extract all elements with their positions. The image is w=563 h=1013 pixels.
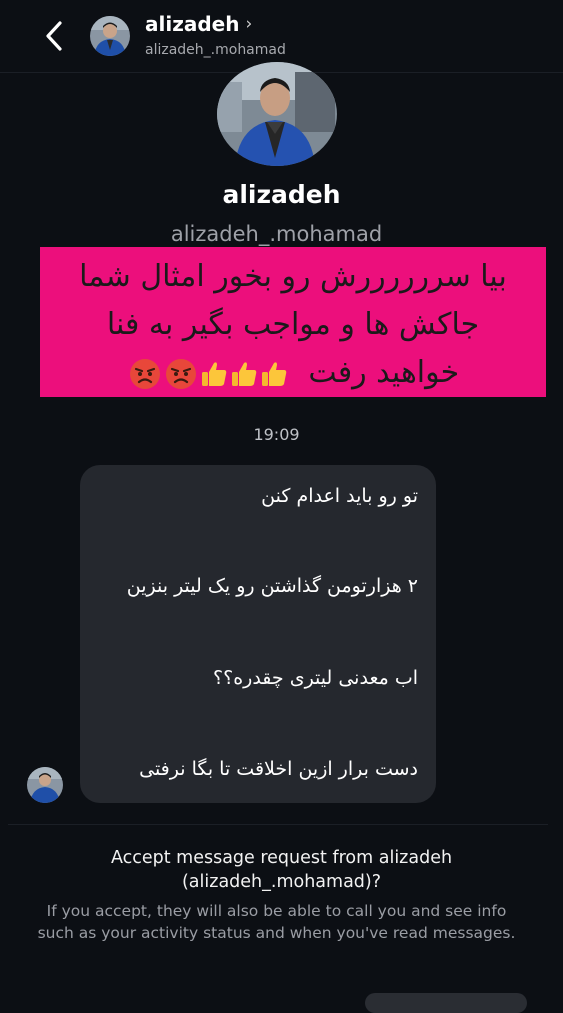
pinned-message-overlay: بیا سررررررش رو بخور امثال شما جاکش ها و… [40,247,546,397]
angry-face-icon [129,358,160,389]
message-text: تو رو باید اعدام کنن [261,485,418,507]
angry-face-icon [165,358,196,389]
message-request-title: Accept message request from alizadeh (al… [0,846,563,894]
sender-avatar[interactable] [27,767,63,803]
request-action-button[interactable] [365,993,527,1013]
thumbs-up-icon [261,361,287,386]
request-title-line2: (alizadeh_.mohamad)? [181,872,382,892]
profile-avatar[interactable] [217,62,337,166]
header-handle: alizadeh_.mohamad [145,42,286,58]
header-username[interactable]: alizadeh › [145,12,252,36]
request-divider [8,824,548,825]
emoji-group [127,349,289,397]
message-request-description: If you accept, they will also be able to… [37,902,516,942]
pinned-line-2: جاکش ها و مواجب بگیر به فنا [106,307,480,342]
pinned-line-3: خواهید رفت [308,355,460,390]
chevron-right-icon: › [245,14,253,34]
profile-name: alizadeh [222,180,341,209]
back-chevron-icon[interactable] [38,18,70,54]
message-text: اب معدنی لیتری چقدره؟؟ [213,667,418,689]
header-name-label: alizadeh [145,12,240,36]
profile-handle: alizadeh_.mohamad [170,222,383,246]
message-text: دست برار ازین اخلاقت تا بگا نرفتی [139,758,418,780]
message-text: ۲ هزارتومن گذاشتن رو یک لیتر بنزین [126,575,418,597]
request-title-line1: Accept message request from alizadeh [110,848,453,868]
incoming-message-bubble[interactable]: تو رو باید اعدام کنن ۲ هزارتومن گذاشتن ر… [80,465,436,803]
thumbs-up-icon [231,361,257,386]
header-avatar[interactable] [90,16,130,56]
pinned-line-3-row: خواهید رفت [40,349,546,397]
thumbs-up-icon [201,361,227,386]
message-timestamp: 19:09 [253,425,300,444]
pinned-line-1: بیا سررررررش رو بخور امثال شما [79,259,507,294]
